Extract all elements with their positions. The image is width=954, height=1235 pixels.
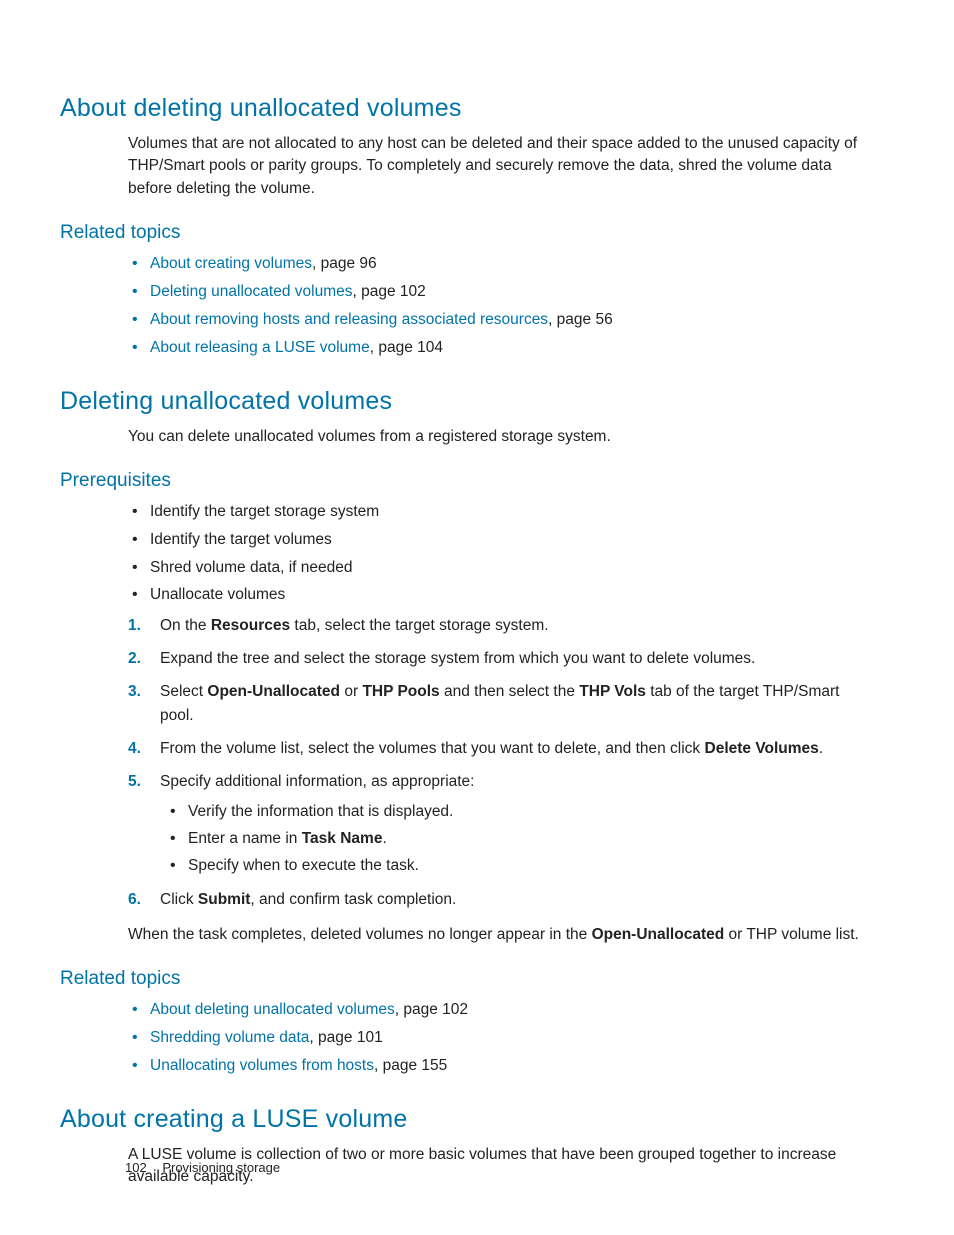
- xref-link[interactable]: About creating volumes: [150, 255, 312, 272]
- step-text: Click: [160, 891, 198, 908]
- xref-tail: , page 101: [309, 1029, 382, 1046]
- step-text: Enter a name in: [188, 830, 302, 847]
- related-item: About removing hosts and releasing assoc…: [128, 308, 874, 333]
- step-text: , and confirm task completion.: [250, 891, 456, 908]
- step-text: Select: [160, 683, 207, 700]
- footer-title: Provisioning storage: [162, 1160, 280, 1175]
- step-1: On the Resources tab, select the target …: [128, 614, 874, 638]
- xref-tail: , page 104: [370, 339, 443, 356]
- sub-item: Enter a name in Task Name.: [166, 827, 874, 852]
- prereq-item: Identify the target storage system: [128, 500, 874, 525]
- sec2-para: You can delete unallocated volumes from …: [128, 426, 874, 448]
- step-text: .: [382, 830, 386, 847]
- sec2-closing: When the task completes, deleted volumes…: [128, 924, 874, 946]
- page: About deleting unallocated volumes Volum…: [0, 0, 954, 1235]
- closing-text: or THP volume list.: [724, 926, 859, 943]
- xref-tail: , page 56: [548, 311, 613, 328]
- related-item: About deleting unallocated volumes, page…: [128, 998, 874, 1023]
- step-text: Specify additional information, as appro…: [160, 773, 475, 790]
- xref-link[interactable]: About releasing a LUSE volume: [150, 339, 370, 356]
- related-item: Deleting unallocated volumes, page 102: [128, 280, 874, 305]
- ui-label: Open-Unallocated: [592, 926, 725, 943]
- closing-text: When the task completes, deleted volumes…: [128, 926, 592, 943]
- step-text: On the: [160, 617, 211, 634]
- prereq-list: Identify the target storage system Ident…: [128, 500, 874, 608]
- ui-label: Submit: [198, 891, 251, 908]
- step-text: and then select the: [440, 683, 580, 700]
- xref-tail: , page 102: [352, 283, 425, 300]
- xref-tail: , page 102: [395, 1001, 468, 1018]
- xref-link[interactable]: About removing hosts and releasing assoc…: [150, 311, 548, 328]
- ui-label: Delete Volumes: [705, 740, 819, 757]
- sec1-para: Volumes that are not allocated to any ho…: [128, 133, 874, 200]
- xref-link[interactable]: Shredding volume data: [150, 1029, 309, 1046]
- related-item: About releasing a LUSE volume, page 104: [128, 336, 874, 361]
- sec2-body: You can delete unallocated volumes from …: [128, 426, 874, 448]
- step-3: Select Open-Unallocated or THP Pools and…: [128, 680, 874, 728]
- ui-label: THP Vols: [579, 683, 646, 700]
- sub-item: Specify when to execute the task.: [166, 854, 874, 879]
- xref-tail: , page 96: [312, 255, 377, 272]
- xref-tail: , page 155: [374, 1057, 447, 1074]
- step5-sublist: Verify the information that is displayed…: [166, 800, 874, 878]
- page-number: 102: [125, 1160, 147, 1175]
- xref-link[interactable]: About deleting unallocated volumes: [150, 1001, 395, 1018]
- sec2-related-heading: Related topics: [60, 968, 894, 990]
- step-text: tab, select the target storage system.: [290, 617, 548, 634]
- heading-deleting: Deleting unallocated volumes: [60, 387, 894, 416]
- ui-label: THP Pools: [362, 683, 439, 700]
- sec1-related-list: About creating volumes, page 96 Deleting…: [128, 252, 874, 360]
- step-text: or: [340, 683, 362, 700]
- prereq-item: Identify the target volumes: [128, 528, 874, 553]
- sec1-related-heading: Related topics: [60, 222, 894, 244]
- heading-about-deleting: About deleting unallocated volumes: [60, 94, 894, 123]
- xref-link[interactable]: Deleting unallocated volumes: [150, 283, 352, 300]
- ui-label: Resources: [211, 617, 290, 634]
- step-5: Specify additional information, as appro…: [128, 770, 874, 878]
- related-item: Shredding volume data, page 101: [128, 1026, 874, 1051]
- steps-list: On the Resources tab, select the target …: [128, 614, 874, 912]
- prereq-item: Shred volume data, if needed: [128, 556, 874, 581]
- step-6: Click Submit, and confirm task completio…: [128, 888, 874, 912]
- ui-label: Open-Unallocated: [207, 683, 340, 700]
- related-item: Unallocating volumes from hosts, page 15…: [128, 1054, 874, 1079]
- ui-label: Task Name: [302, 830, 383, 847]
- sec1-body: Volumes that are not allocated to any ho…: [128, 133, 874, 200]
- step-text: .: [819, 740, 823, 757]
- xref-link[interactable]: Unallocating volumes from hosts: [150, 1057, 374, 1074]
- step-4: From the volume list, select the volumes…: [128, 737, 874, 761]
- prereq-item: Unallocate volumes: [128, 583, 874, 608]
- step-2: Expand the tree and select the storage s…: [128, 647, 874, 671]
- step-text: From the volume list, select the volumes…: [160, 740, 705, 757]
- sec2-related-body: About deleting unallocated volumes, page…: [128, 998, 874, 1078]
- sec2-prereq-heading: Prerequisites: [60, 470, 894, 492]
- sub-item: Verify the information that is displayed…: [166, 800, 874, 825]
- sec1-related-body: About creating volumes, page 96 Deleting…: [128, 252, 874, 360]
- page-footer: 102 Provisioning storage: [125, 1160, 280, 1175]
- heading-about-luse: About creating a LUSE volume: [60, 1105, 894, 1134]
- related-item: About creating volumes, page 96: [128, 252, 874, 277]
- sec2-related-list: About deleting unallocated volumes, page…: [128, 998, 874, 1078]
- sec2-prereq-body: Identify the target storage system Ident…: [128, 500, 874, 946]
